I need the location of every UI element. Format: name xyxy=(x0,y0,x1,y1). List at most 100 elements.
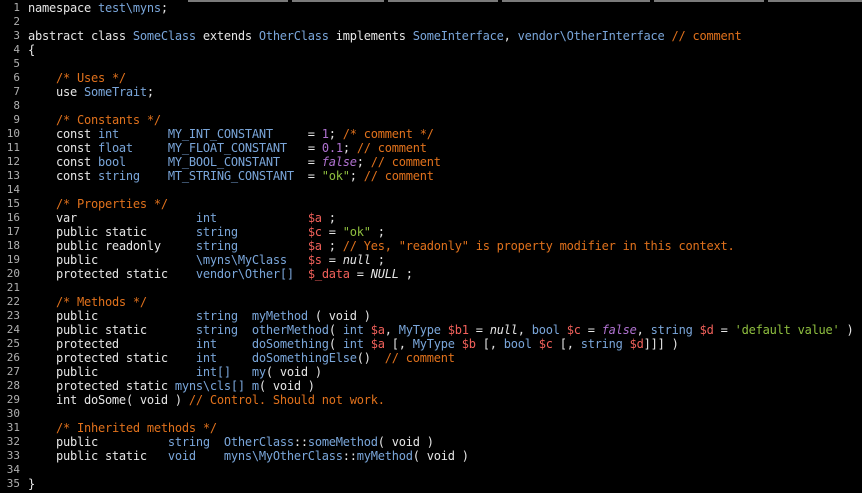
code-line[interactable]: 17 public static string $c = "ok" ; xyxy=(0,225,862,239)
code-token: int xyxy=(195,211,217,225)
code-line[interactable]: 7 use SomeTrait; xyxy=(0,85,862,99)
line-code: public readonly string $a ; // Yes, "rea… xyxy=(28,239,735,253)
code-token: string xyxy=(97,169,140,183)
line-code: namespace test\myns; xyxy=(28,1,168,15)
line-number: 11 xyxy=(6,141,20,154)
code-line[interactable]: 20 protected static vendor\Other[] $_dat… xyxy=(0,267,862,281)
line-code: /* Methods */ xyxy=(28,295,147,309)
code-token: ( void ) xyxy=(412,449,469,463)
code-line[interactable]: 6 /* Uses */ xyxy=(0,71,862,85)
code-line[interactable]: 9 /* Constants */ xyxy=(0,113,862,127)
code-token: namespace xyxy=(28,1,98,15)
code-line[interactable]: 13 const string MT_STRING_CONSTANT = "ok… xyxy=(0,169,862,183)
code-line[interactable]: 10 const int MY_INT_CONSTANT = 1; /* com… xyxy=(0,127,862,141)
code-line[interactable]: 12 const bool MY_BOOL_CONSTANT = false; … xyxy=(0,155,862,169)
code-token: /* Properties */ xyxy=(55,197,168,211)
code-token: { xyxy=(28,43,35,57)
code-line[interactable]: 1 namespace test\myns; xyxy=(0,1,862,15)
code-token: someMethod xyxy=(307,435,378,449)
code-token: public readonly xyxy=(28,239,161,253)
code-token: ) xyxy=(839,323,854,337)
code-token: = xyxy=(713,323,735,337)
code-token: ; xyxy=(321,211,336,225)
code-token: string xyxy=(195,309,238,323)
code-token: ( void ) xyxy=(307,309,371,323)
line-number: 32 xyxy=(6,435,20,448)
code-line[interactable]: 35} xyxy=(0,477,862,491)
code-line[interactable]: 26 protected static int doSomethingElse(… xyxy=(0,351,862,365)
code-line[interactable]: 15 /* Properties */ xyxy=(0,197,862,211)
code-line[interactable]: 4{ xyxy=(0,43,862,57)
code-line[interactable]: 33 public static void myns\MyOtherClass:… xyxy=(0,449,862,463)
line-code: public static void myns\MyOtherClass::my… xyxy=(28,449,469,463)
line-number: 24 xyxy=(6,323,20,336)
code-token: MT_STRING_CONSTANT xyxy=(167,169,294,183)
code-line[interactable]: 25 protected int doSomething( int $a [, … xyxy=(0,337,862,351)
code-token: vendor\OtherInterface xyxy=(517,29,665,43)
code-line[interactable]: 14 xyxy=(0,183,862,197)
line-number: 28 xyxy=(6,379,20,392)
code-token: ; xyxy=(398,267,413,281)
code-line[interactable]: 28 protected static myns\cls[] m( void ) xyxy=(0,379,862,393)
code-line[interactable]: 24 public static string otherMethod( int… xyxy=(0,323,862,337)
line-code: const float MY_FLOAT_CONSTANT = 0.1; // … xyxy=(28,141,427,155)
code-line[interactable]: 29 int doSome( void ) // Control. Should… xyxy=(0,393,862,407)
code-token: [, xyxy=(552,337,581,351)
line-number: 30 xyxy=(6,407,20,420)
code-line[interactable]: 23 public string myMethod ( void ) xyxy=(0,309,862,323)
code-line[interactable]: 27 public int[] my( void ) xyxy=(0,365,862,379)
code-token: ; xyxy=(342,141,357,155)
code-line[interactable]: 5 xyxy=(0,57,862,71)
code-line[interactable]: 32 public string OtherClass::someMethod(… xyxy=(0,435,862,449)
code-token: myMethod xyxy=(356,449,413,463)
code-line[interactable]: 16 var int $a ; xyxy=(0,211,862,225)
code-line[interactable]: 21 xyxy=(0,281,862,295)
code-token: = xyxy=(580,323,602,337)
code-line[interactable]: 2 xyxy=(0,15,862,29)
line-number: 27 xyxy=(6,365,20,378)
code-token: vendor\Other[] xyxy=(195,267,294,281)
code-line[interactable]: 30 xyxy=(0,407,862,421)
line-code: var int $a ; xyxy=(28,211,336,225)
code-token: :: xyxy=(293,435,308,449)
code-line[interactable]: 22 /* Methods */ xyxy=(0,295,862,309)
code-line[interactable]: 34 xyxy=(0,463,862,477)
line-code: public \myns\MyClass $s = null ; xyxy=(28,253,385,267)
line-number: 12 xyxy=(6,155,20,168)
code-token: $a xyxy=(307,239,322,253)
code-line[interactable]: 8 xyxy=(0,99,862,113)
code-token: 'default value' xyxy=(734,323,840,337)
code-token: public static xyxy=(28,225,147,239)
code-token: MyType xyxy=(412,337,455,351)
code-line[interactable]: 19 public \myns\MyClass $s = null ; xyxy=(0,253,862,267)
line-number: 23 xyxy=(6,309,20,322)
line-number: 8 xyxy=(13,99,20,112)
code-token: ; xyxy=(349,169,364,183)
code-token: MY_BOOL_CONSTANT xyxy=(167,155,280,169)
code-line[interactable]: 11 const float MY_FLOAT_CONSTANT = 0.1; … xyxy=(0,141,862,155)
code-token: ; xyxy=(356,155,371,169)
code-token: test\myns xyxy=(97,1,161,15)
code-token: string xyxy=(167,435,210,449)
code-token: public xyxy=(28,309,98,323)
line-number: 16 xyxy=(6,211,20,224)
code-line[interactable]: 18 public readonly string $a ; // Yes, "… xyxy=(0,239,862,253)
code-line[interactable]: 3 abstract class SomeClass extends OtherC… xyxy=(0,29,862,43)
code-token: string xyxy=(195,239,238,253)
code-editor[interactable]: 1 namespace test\myns; 2 3 abstract class So… xyxy=(0,0,862,493)
code-line[interactable]: 31 /* Inherited methods */ xyxy=(0,421,862,435)
line-code: { xyxy=(28,43,35,57)
line-number: 22 xyxy=(6,295,20,308)
code-token: m xyxy=(251,379,259,393)
code-token: = xyxy=(321,225,343,239)
code-token: protected static xyxy=(28,379,175,393)
